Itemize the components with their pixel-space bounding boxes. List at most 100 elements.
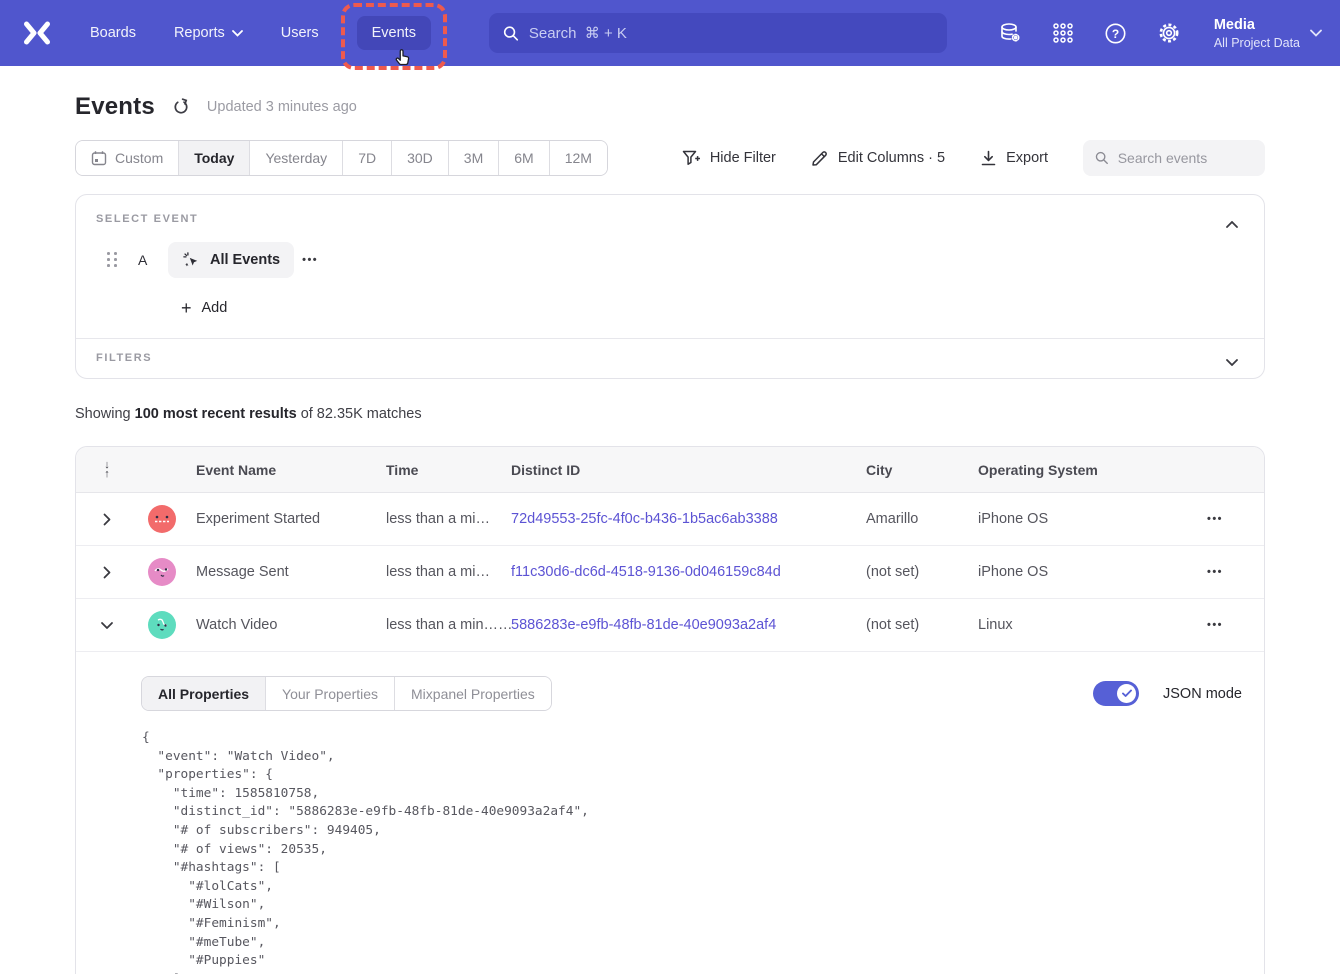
range-7d[interactable]: 7D (343, 141, 392, 175)
filters-section: FILTERS (76, 339, 1264, 378)
table-row[interactable]: Experiment Started less than a min… 72d4… (76, 493, 1264, 546)
json-mode-toggle[interactable] (1093, 681, 1139, 706)
settings-gear-icon[interactable] (1157, 21, 1181, 45)
edit-columns-button[interactable]: Edit Columns · 5 (811, 149, 945, 167)
plus-icon: + (181, 301, 192, 315)
tab-your-properties[interactable]: Your Properties (266, 677, 395, 710)
check-icon (1122, 689, 1132, 698)
cell-time: less than a min… (386, 617, 511, 633)
cell-time: less than a min… (386, 564, 511, 580)
tab-mixpanel-properties[interactable]: Mixpanel Properties (395, 677, 551, 710)
cell-event-name: Experiment Started (196, 511, 386, 527)
sparkle-cursor-icon (182, 251, 201, 270)
add-event-button[interactable]: + Add (181, 300, 1244, 316)
event-avatar (148, 558, 176, 586)
project-selector[interactable]: Media All Project Data (1214, 16, 1322, 51)
cell-event-name: Watch Video (196, 617, 386, 633)
cell-distinct-id: 5886283e-e9fb-48fb-81de-40e9093a2af4 (511, 617, 866, 633)
nav-boards[interactable]: Boards (90, 25, 136, 41)
edit-columns-label: Edit Columns · 5 (838, 150, 945, 166)
help-icon[interactable]: ? (1104, 21, 1128, 45)
event-row-more-button[interactable]: ••• (294, 250, 326, 270)
chevron-up-icon (1226, 221, 1238, 228)
select-event-label: SELECT EVENT (96, 213, 1244, 225)
events-search[interactable] (1083, 140, 1265, 176)
nav-reports-label: Reports (174, 25, 225, 41)
col-event-name: Event Name (196, 462, 386, 478)
cell-os: Linux (978, 617, 1166, 633)
collapse-section-button[interactable] (1222, 211, 1242, 237)
cell-time: less than a min… (386, 511, 511, 527)
select-event-section: SELECT EVENT A All Events (76, 195, 1264, 338)
row-more-button[interactable]: ••• (1199, 615, 1231, 635)
event-chip-label: All Events (210, 252, 280, 268)
nav-events[interactable]: Events (357, 16, 431, 50)
json-mode-control: JSON mode (1093, 681, 1244, 706)
tab-all-properties[interactable]: All Properties (142, 677, 266, 710)
range-30d[interactable]: 30D (392, 141, 449, 175)
drag-handle[interactable] (107, 252, 118, 268)
table-header-row: ↓↑ Event Name Time Distinct ID City Oper… (76, 447, 1264, 493)
distinct-id-link[interactable]: 5886283e-e9fb-48fb-81de-40e9093a2af4 (511, 617, 776, 633)
refresh-button[interactable] (172, 98, 190, 116)
project-name: Media (1214, 16, 1300, 35)
refresh-icon (172, 98, 190, 116)
expand-row-button[interactable] (76, 566, 138, 579)
cell-city: (not set) (866, 564, 978, 580)
col-time: Time (386, 462, 511, 478)
data-management-icon[interactable] (998, 21, 1022, 45)
navbar-actions: ? Media All Project Data (998, 16, 1322, 51)
cell-os: iPhone OS (978, 511, 1166, 527)
events-search-input[interactable] (1118, 150, 1253, 166)
event-json: { "event": "Watch Video", "properties": … (142, 729, 1244, 974)
results-suffix: of 82.35K matches (301, 406, 422, 422)
nav-users[interactable]: Users (281, 25, 319, 41)
expand-filters-button[interactable] (1222, 349, 1242, 375)
hide-filter-button[interactable]: Hide Filter (682, 149, 776, 167)
event-avatar (148, 611, 176, 639)
filters-label: FILTERS (96, 352, 1244, 364)
table-row[interactable]: Message Sent less than a min… f11c30d6-d… (76, 546, 1264, 599)
cell-distinct-id: 72d49553-25fc-4f0c-b436-1b5ac6ab3388 (511, 511, 866, 527)
add-label: Add (202, 300, 228, 316)
export-button[interactable]: Export (980, 150, 1048, 167)
project-scope: All Project Data (1214, 35, 1300, 51)
mixpanel-logo[interactable] (20, 18, 54, 48)
chevron-down-icon (232, 30, 243, 37)
collapse-row-button[interactable] (76, 619, 138, 632)
global-search[interactable] (489, 13, 947, 53)
toolbar-actions: Hide Filter Edit Columns · 5 Export (682, 140, 1265, 176)
range-today[interactable]: Today (179, 141, 250, 175)
search-icon (1095, 150, 1109, 166)
cell-city: Amarillo (866, 511, 978, 527)
date-range-control: Custom Today Yesterday 7D 30D 3M 6M 12M (75, 140, 608, 176)
range-custom[interactable]: Custom (76, 141, 179, 175)
pencil-icon (811, 149, 829, 167)
row-more-button[interactable]: ••• (1199, 562, 1231, 582)
range-yesterday[interactable]: Yesterday (250, 141, 343, 175)
expand-collapse-all-icon[interactable]: ↓↑ (76, 461, 138, 479)
results-summary: Showing 100 most recent results of 82.35… (75, 406, 1265, 422)
cell-distinct-id: f11c30d6-dc6d-4518-9136-0d046159c84d (511, 564, 866, 580)
filter-funnel-icon (682, 149, 701, 167)
event-avatar (148, 505, 176, 533)
row-more-button[interactable]: ••• (1199, 509, 1231, 529)
range-12m[interactable]: 12M (550, 141, 607, 175)
updated-timestamp: Updated 3 minutes ago (207, 99, 357, 115)
event-detail-panel: All Properties Your Properties Mixpanel … (76, 652, 1264, 974)
table-row-expanded[interactable]: Watch Video less than a min… 5886283e-e9… (76, 599, 1264, 652)
global-search-input[interactable] (529, 25, 933, 42)
distinct-id-link[interactable]: f11c30d6-dc6d-4518-9136-0d046159c84d (511, 564, 781, 580)
event-selector-chip[interactable]: All Events (168, 242, 294, 278)
apps-grid-icon[interactable] (1051, 21, 1075, 45)
nav-reports[interactable]: Reports (174, 25, 243, 41)
range-6m[interactable]: 6M (499, 141, 549, 175)
distinct-id-link[interactable]: 72d49553-25fc-4f0c-b436-1b5ac6ab3388 (511, 511, 778, 527)
query-builder-card: SELECT EVENT A All Events (75, 194, 1265, 379)
page-title: Events (75, 93, 155, 121)
nav-events-wrap: Events (357, 16, 431, 50)
range-3m[interactable]: 3M (449, 141, 499, 175)
expand-row-button[interactable] (76, 513, 138, 526)
results-prefix: Showing (75, 406, 131, 422)
top-navbar: Boards Reports Users Events (0, 0, 1340, 66)
